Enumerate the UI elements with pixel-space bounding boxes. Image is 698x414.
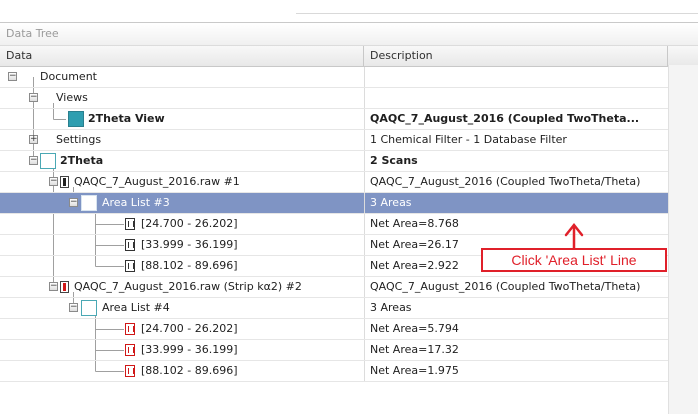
annotation-arrow-icon (564, 222, 584, 250)
click-instruction-callout: Click 'Area List' Line (481, 248, 667, 272)
